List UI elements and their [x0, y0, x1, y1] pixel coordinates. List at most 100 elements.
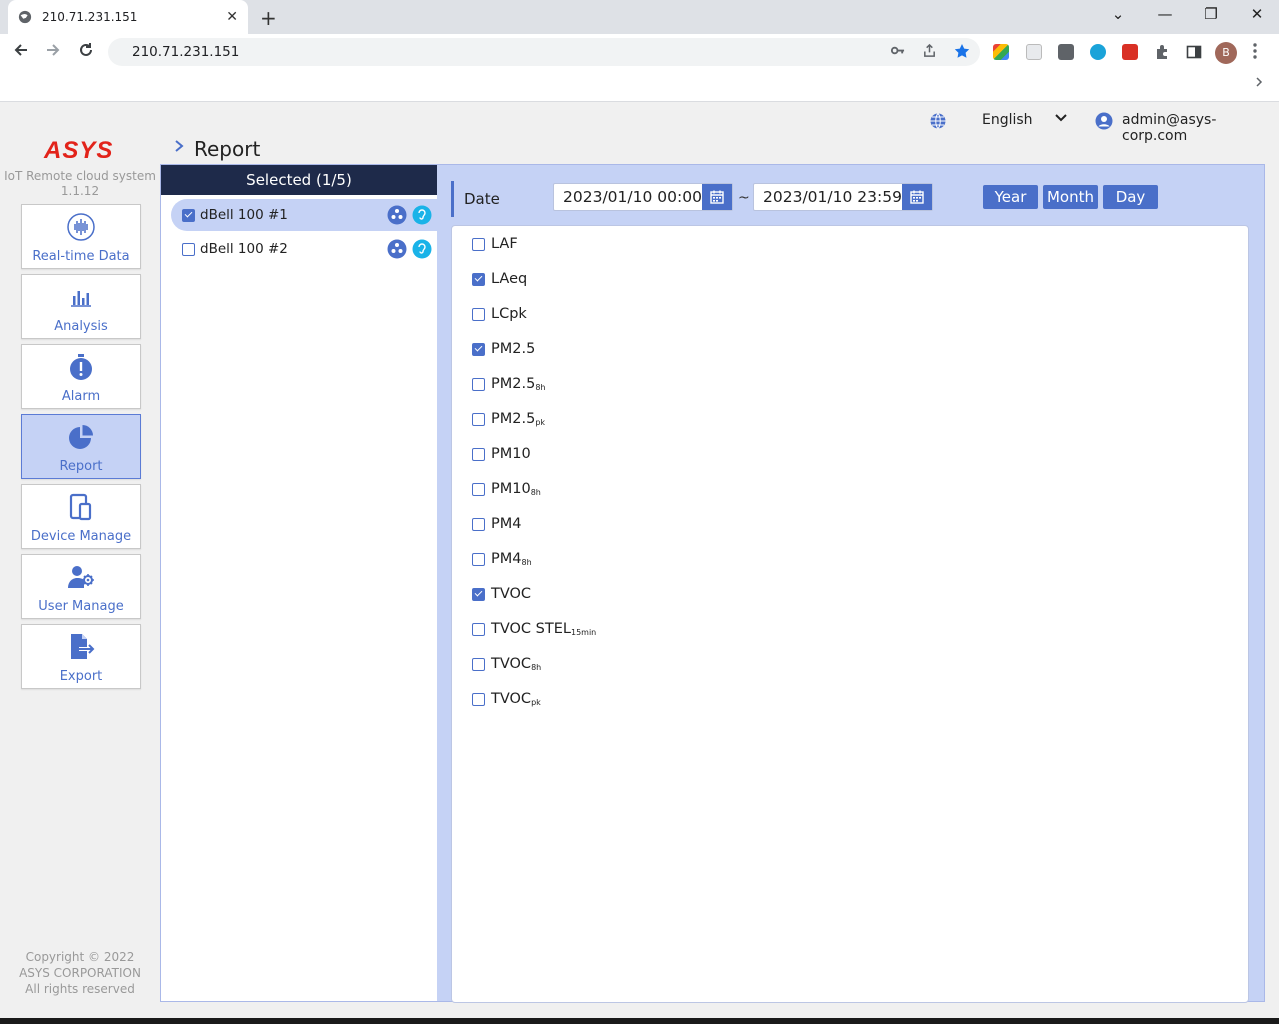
param-checkbox[interactable]	[472, 447, 485, 461]
period-year-button[interactable]: Year	[983, 185, 1038, 209]
param-item[interactable]: LAeq	[472, 271, 527, 287]
profile-avatar[interactable]: B	[1215, 42, 1237, 64]
close-tab-icon[interactable]: ✕	[226, 9, 238, 25]
stopwatch-alert-icon	[70, 354, 92, 380]
param-item[interactable]: PM2.5	[472, 341, 535, 357]
param-checkbox[interactable]	[472, 517, 485, 531]
param-label: PM10	[491, 446, 531, 462]
param-checkbox[interactable]	[472, 622, 485, 636]
param-item[interactable]: PM48h	[472, 551, 532, 567]
param-item[interactable]: LAF	[472, 236, 518, 252]
reload-icon[interactable]	[77, 41, 95, 59]
param-checkbox[interactable]	[472, 657, 485, 671]
address-bar[interactable]: 210.71.231.151	[108, 38, 980, 66]
restore-down-button[interactable]: —	[1155, 5, 1175, 23]
param-checkbox[interactable]	[472, 412, 485, 426]
param-checkbox[interactable]	[472, 377, 485, 391]
user-email[interactable]: admin@asys-corp.com	[1122, 112, 1279, 144]
sidebar-item-label: Export	[59, 669, 103, 684]
device-item[interactable]: dBell 100 #2	[171, 233, 437, 265]
browser-tab[interactable]: 210.71.231.151 ✕	[8, 0, 248, 34]
device-name: dBell 100 #1	[200, 207, 288, 223]
param-checkbox[interactable]	[472, 237, 485, 251]
sidebar-item-label: Alarm	[61, 389, 101, 404]
param-item[interactable]: PM108h	[472, 481, 541, 497]
param-label: PM2.5	[491, 341, 536, 357]
param-item[interactable]: PM4	[472, 516, 521, 532]
device-checkbox[interactable]	[182, 208, 195, 222]
param-label: TVOCpk	[491, 691, 541, 707]
param-checkbox[interactable]	[472, 587, 485, 601]
start-date-input[interactable]: 2023/01/10 00:00	[553, 183, 733, 211]
param-item[interactable]: PM10	[472, 446, 531, 462]
sidebar-item-label: Real-time Data	[32, 249, 130, 264]
chevron-down-icon[interactable]	[1055, 114, 1067, 122]
param-item[interactable]: TVOC8h	[472, 656, 541, 672]
forward-icon[interactable]	[44, 41, 62, 59]
app-root: English admin@asys-corp.com ASYS IoT Rem…	[0, 103, 1279, 1024]
extension-translate-icon[interactable]	[1026, 44, 1042, 60]
pie-chart-icon	[69, 425, 93, 449]
section-marker	[451, 181, 454, 217]
language-select[interactable]: English	[982, 112, 1033, 128]
sensor-nodes-icon[interactable]	[387, 239, 407, 259]
new-tab-button[interactable]: +	[260, 6, 277, 30]
param-item[interactable]: TVOCpk	[472, 691, 541, 707]
param-item[interactable]: PM2.58h	[472, 376, 546, 392]
sidebar-item-device-manage[interactable]: Device Manage	[21, 484, 141, 549]
sidebar-item-alarm[interactable]: Alarm	[21, 344, 141, 409]
extensions-puzzle-icon[interactable]	[1154, 44, 1170, 60]
extension-red-icon[interactable]	[1122, 44, 1138, 60]
menu-kebab-icon[interactable]	[1252, 42, 1258, 60]
param-item[interactable]: TVOC STEL15min	[472, 621, 596, 637]
param-checkbox[interactable]	[472, 482, 485, 496]
user-gear-icon	[68, 566, 94, 588]
extension-capture-icon[interactable]	[1058, 44, 1074, 60]
user-circle-icon[interactable]	[1095, 112, 1113, 130]
param-checkbox[interactable]	[472, 272, 485, 286]
param-checkbox[interactable]	[472, 692, 485, 706]
bar-chart-icon	[71, 291, 91, 307]
param-label: TVOC STEL15min	[491, 621, 597, 637]
param-item[interactable]: LCpk	[472, 306, 527, 322]
end-date-input[interactable]: 2023/01/10 23:59	[753, 183, 933, 211]
param-item[interactable]: TVOC	[472, 586, 531, 602]
calendar-icon	[710, 190, 724, 204]
key-icon[interactable]	[890, 43, 905, 58]
extension-google-icon[interactable]	[993, 44, 1009, 60]
param-item[interactable]: PM2.5pk	[472, 411, 545, 427]
bookmark-star-icon[interactable]	[954, 43, 970, 59]
minimize-button[interactable]: ⌄	[1108, 5, 1128, 23]
side-panel-icon[interactable]	[1186, 44, 1202, 60]
device-checkbox[interactable]	[182, 242, 195, 256]
param-label: PM48h	[491, 551, 532, 567]
share-icon[interactable]	[922, 43, 937, 58]
param-checkbox[interactable]	[472, 552, 485, 566]
param-checkbox[interactable]	[472, 307, 485, 321]
extension-chat-icon[interactable]	[1090, 44, 1106, 60]
param-label: PM108h	[491, 481, 541, 497]
period-day-button[interactable]: Day	[1103, 185, 1158, 209]
sidebar-item-real-time-data[interactable]: Real-time Data	[21, 204, 141, 269]
ear-icon[interactable]	[412, 239, 432, 259]
ear-icon[interactable]	[412, 205, 432, 225]
back-icon[interactable]	[12, 41, 30, 59]
param-checkbox[interactable]	[472, 342, 485, 356]
maximize-button[interactable]: ❐	[1201, 5, 1221, 23]
device-list-panel: Selected (1/5) dBell 100 #1 dBell 100 #2	[161, 165, 437, 1001]
param-label: LAeq	[491, 271, 528, 287]
sidebar-item-export[interactable]: Export	[21, 624, 141, 689]
sidebar-item-analysis[interactable]: Analysis	[21, 274, 141, 339]
calendar-button[interactable]	[702, 184, 732, 210]
close-window-button[interactable]: ✕	[1247, 5, 1267, 23]
sidebar-item-user-manage[interactable]: User Manage	[21, 554, 141, 619]
chevron-right-icon[interactable]	[1255, 76, 1263, 88]
start-date-value: 2023/01/10 00:00	[563, 188, 702, 206]
period-month-button[interactable]: Month	[1043, 185, 1098, 209]
device-item[interactable]: dBell 100 #1	[171, 199, 437, 231]
date-range-bar: Date 2023/01/10 00:00 ~ 2023/01/10 23:59…	[451, 181, 1251, 217]
globe-icon[interactable]	[929, 112, 947, 130]
sensor-nodes-icon[interactable]	[387, 205, 407, 225]
sidebar-item-report[interactable]: Report	[21, 414, 141, 479]
calendar-button[interactable]	[902, 184, 932, 210]
